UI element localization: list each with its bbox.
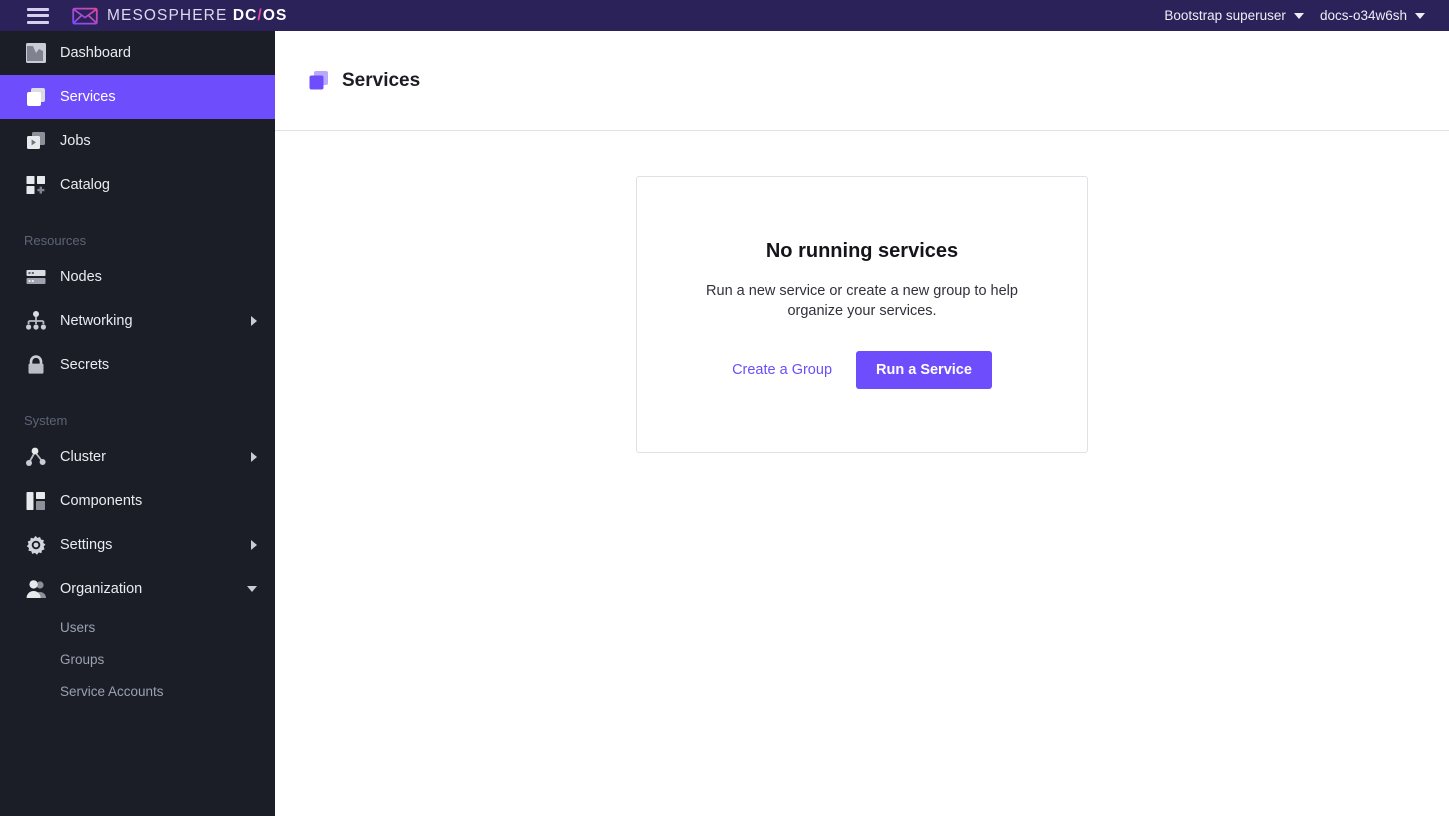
chevron-down-icon (1293, 12, 1304, 19)
sidebar-item-jobs[interactable]: Jobs (0, 119, 275, 163)
services-icon (308, 70, 330, 92)
sidebar-item-services[interactable]: Services (0, 75, 275, 119)
content-area: No running services Run a new service or… (275, 131, 1449, 815)
chevron-right-icon[interactable] (251, 540, 257, 550)
sidebar-subitem-label: Service Accounts (60, 683, 164, 699)
empty-state-actions: Create a Group Run a Service (732, 351, 992, 389)
create-a-group-button[interactable]: Create a Group (732, 362, 832, 378)
cluster-icon (24, 445, 48, 469)
brand-text: MESOSPHERE DC/OS (107, 7, 287, 25)
sidebar-item-label: Organization (60, 581, 143, 597)
organization-user-icon (24, 577, 48, 601)
dashboard-icon (24, 41, 48, 65)
sidebar-section-resources: Resources (24, 232, 87, 248)
hamburger-line (27, 14, 49, 17)
brand-mesosphere: MESOSPHERE (107, 6, 228, 24)
sidebar-item-catalog[interactable]: Catalog (0, 163, 275, 207)
hamburger-line (27, 7, 49, 11)
sidebar-item-label: Settings (60, 537, 113, 553)
chevron-down-icon[interactable] (247, 586, 257, 592)
sidebar-item-label: Components (60, 493, 143, 509)
sidebar-item-components[interactable]: Components (0, 479, 275, 523)
sidebar-item-label: Jobs (60, 133, 91, 149)
hamburger-icon[interactable] (27, 7, 49, 24)
catalog-icon (24, 173, 48, 197)
run-a-service-button[interactable]: Run a Service (856, 351, 992, 389)
sidebar-item-networking[interactable]: Networking (0, 299, 275, 343)
mesosphere-logo-icon (72, 7, 98, 24)
cluster-menu[interactable]: docs-o34w6sh (1312, 8, 1433, 23)
sidebar-item-label: Services (60, 89, 116, 105)
secrets-lock-icon (24, 353, 48, 377)
sidebar-item-settings[interactable]: Settings (0, 523, 275, 567)
sidebar-item-dashboard[interactable]: Dashboard (0, 31, 275, 75)
sidebar-item-organization[interactable]: Organization (0, 567, 275, 611)
brand-logo[interactable]: MESOSPHERE DC/OS (72, 6, 287, 26)
sidebar-subitem-groups[interactable]: Groups (0, 643, 275, 675)
page-title: Services (342, 69, 421, 91)
sidebar: Dashboard Services Jobs Catalog Resource… (0, 31, 275, 816)
services-icon (24, 85, 48, 109)
sidebar-item-label: Nodes (60, 269, 102, 285)
page-header: Services (275, 31, 1449, 131)
hamburger-line (27, 20, 49, 24)
sidebar-subitem-users[interactable]: Users (0, 611, 275, 643)
cluster-menu-label: docs-o34w6sh (1319, 8, 1407, 23)
dcos-app-window: MESOSPHERE DC/OS Bootstrap superuser doc… (0, 0, 1449, 816)
empty-state-description: Run a new service or create a new group … (706, 283, 1018, 319)
user-menu[interactable]: Bootstrap superuser (1156, 8, 1312, 23)
brand-os: OS (262, 6, 288, 24)
sidebar-item-label: Secrets (60, 357, 110, 373)
sidebar-section-system: System (24, 412, 68, 428)
sidebar-item-label: Catalog (60, 177, 110, 193)
empty-state-title: No running services (765, 240, 959, 262)
networking-icon (24, 309, 48, 333)
sidebar-item-secrets[interactable]: Secrets (0, 343, 275, 387)
jobs-icon (24, 129, 48, 153)
nodes-icon (24, 265, 48, 289)
top-bar-right: Bootstrap superuser docs-o34w6sh (1156, 8, 1433, 23)
gear-icon (24, 533, 48, 557)
main-content: Services No running services Run a new s… (275, 31, 1449, 816)
components-icon (24, 489, 48, 513)
sidebar-subitem-service-accounts[interactable]: Service Accounts (0, 675, 275, 707)
sidebar-subitem-label: Groups (60, 651, 105, 667)
top-bar: MESOSPHERE DC/OS Bootstrap superuser doc… (0, 0, 1449, 31)
brand-dc: DC (232, 6, 258, 24)
sidebar-item-label: Dashboard (60, 45, 131, 61)
chevron-down-icon (1415, 12, 1425, 19)
sidebar-item-label: Cluster (60, 449, 106, 465)
chevron-right-icon[interactable] (251, 316, 257, 326)
sidebar-item-nodes[interactable]: Nodes (0, 255, 275, 299)
sidebar-subitem-label: Users (60, 619, 96, 635)
empty-state-card: No running services Run a new service or… (636, 176, 1088, 453)
user-menu-label: Bootstrap superuser (1164, 8, 1286, 23)
sidebar-item-label: Networking (60, 313, 133, 329)
chevron-right-icon[interactable] (251, 452, 257, 462)
sidebar-item-cluster[interactable]: Cluster (0, 435, 275, 479)
